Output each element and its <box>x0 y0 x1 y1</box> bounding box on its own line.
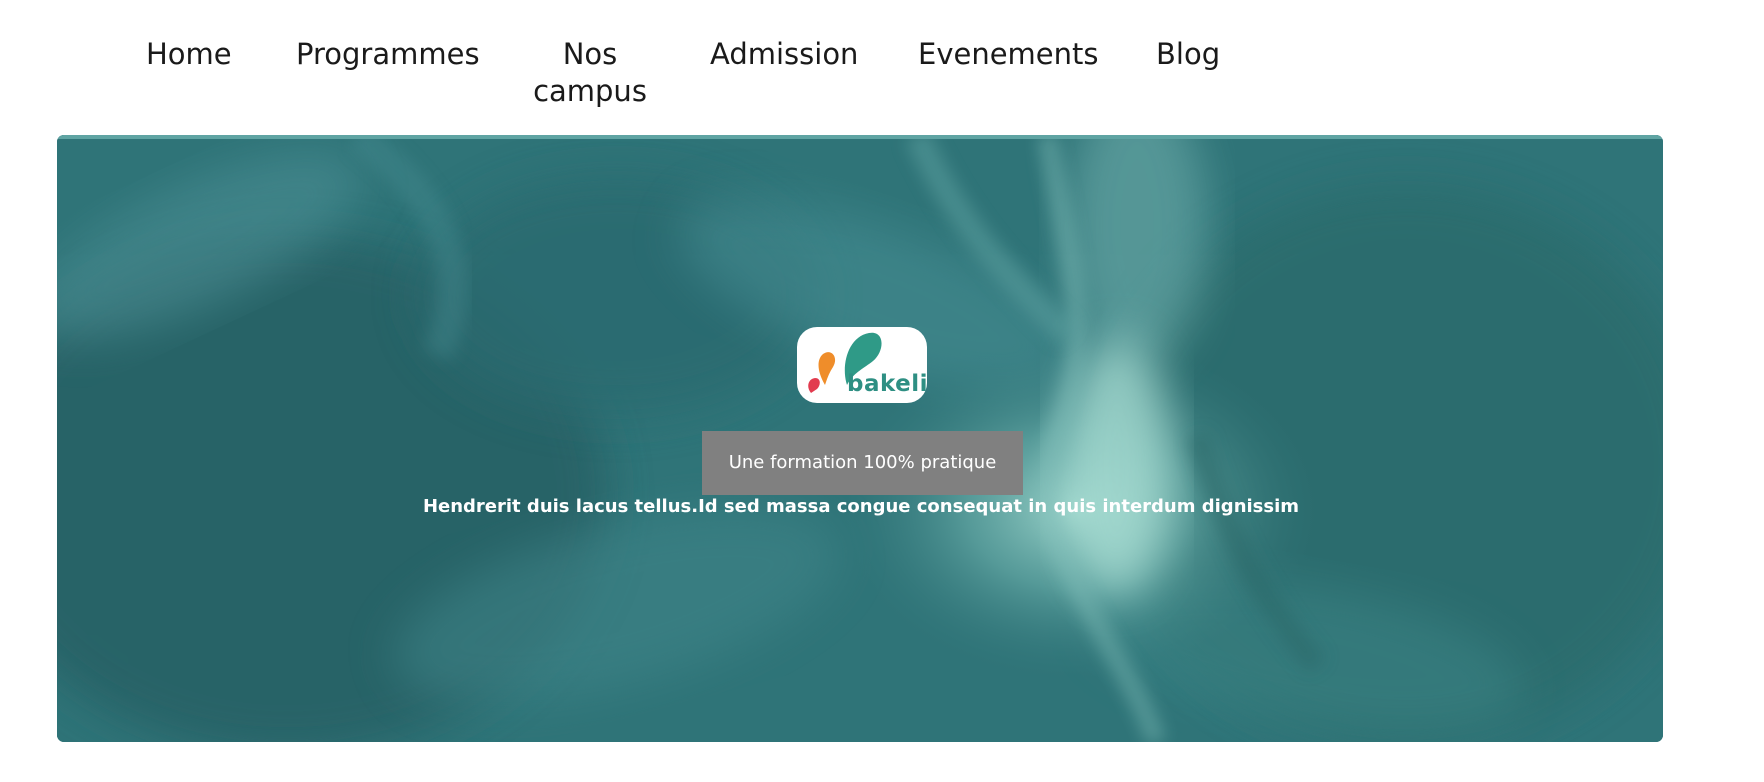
nav-item-evenements[interactable]: Evenements <box>918 36 1099 73</box>
page: Home Programmes Nos campus Admission Eve… <box>0 0 1764 782</box>
main-nav: Home Programmes Nos campus Admission Eve… <box>0 0 1764 120</box>
logo-wordmark: bakeli <box>847 371 927 397</box>
hero-subtitle: Hendrerit duis lacus tellus.Id sed massa… <box>422 496 1300 517</box>
hero-top-border <box>57 135 1663 139</box>
bakeli-logo: bakeli <box>797 327 927 403</box>
nav-item-programmes[interactable]: Programmes <box>296 36 480 73</box>
nav-item-admission[interactable]: Admission <box>710 36 858 73</box>
nav-item-home[interactable]: Home <box>146 36 232 73</box>
hero-banner: bakeli Une formation 100% pratique Hendr… <box>57 135 1663 742</box>
formation-cta-button[interactable]: Une formation 100% pratique <box>702 431 1023 495</box>
nav-item-blog[interactable]: Blog <box>1156 36 1220 73</box>
nav-item-nos-campus[interactable]: Nos campus <box>530 36 650 110</box>
